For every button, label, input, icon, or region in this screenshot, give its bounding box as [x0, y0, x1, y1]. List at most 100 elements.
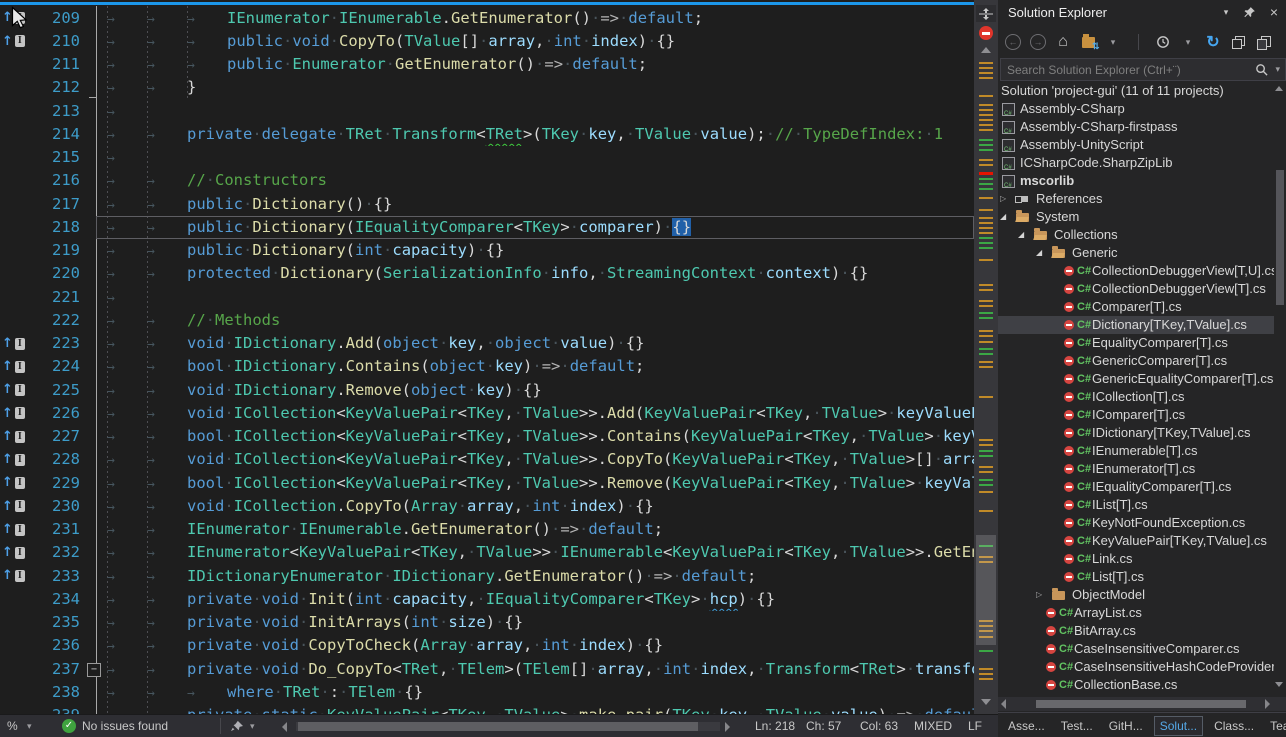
code-editor[interactable]: ↑I209→→→IEnumerator·IEnumerable.GetEnume…	[0, 0, 998, 714]
expand-arrow-icon[interactable]: ▷	[1000, 190, 1006, 208]
code-line[interactable]: 235→→private·void·InitArrays(int·size)·{…	[0, 611, 974, 634]
code-line[interactable]: ↑I209→→→IEnumerator·IEnumerable.GetEnume…	[0, 7, 974, 30]
implements-interface-icon[interactable]: ↑I	[2, 472, 25, 495]
tree-item-ienumerator-t-cs[interactable]: C#IEnumerator[T].cs	[998, 460, 1274, 478]
code-line[interactable]: ↑I226→→void·ICollection<KeyValuePair<TKe…	[0, 402, 974, 425]
zoom-level[interactable]: %	[7, 719, 18, 733]
code-line[interactable]: ↑I224→→bool·IDictionary.Contains(object·…	[0, 355, 974, 378]
back-icon[interactable]: ←	[1004, 33, 1022, 51]
tree-item-caseinsensitivehashcodeprovider-cs[interactable]: C#CaseInsensitiveHashCodeProvider.cs	[998, 658, 1274, 676]
brush-caret-icon[interactable]: ▾	[250, 721, 255, 732]
implements-interface-icon[interactable]: ↑I	[2, 425, 25, 448]
code-line[interactable]: 217→→public·Dictionary()·{}	[0, 193, 974, 216]
forward-icon[interactable]: →	[1029, 33, 1047, 51]
fold-collapse-icon[interactable]: −	[87, 663, 101, 677]
implements-interface-icon[interactable]: ↑I	[2, 379, 25, 402]
tree-item-comparer-t-cs[interactable]: C#Comparer[T].cs	[998, 298, 1274, 316]
implements-interface-icon[interactable]: ↑I	[2, 355, 25, 378]
tree-item-keynotfoundexception-cs[interactable]: C#KeyNotFoundException.cs	[998, 514, 1274, 532]
scroll-left-arrow-icon[interactable]	[282, 722, 287, 732]
collapse-all-icon[interactable]	[1229, 33, 1247, 51]
code-line[interactable]: ↑I227→→bool·ICollection<KeyValuePair<TKe…	[0, 425, 974, 448]
home-icon[interactable]: ⌂	[1054, 33, 1072, 51]
panel-tab-tea[interactable]: Tea...	[1265, 717, 1286, 735]
code-line[interactable]: 221→	[0, 286, 974, 309]
tree-item-assembly-csharp-firstpass[interactable]: Assembly-CSharp-firstpass	[998, 118, 1274, 136]
implements-interface-icon[interactable]: ↑I	[2, 518, 25, 541]
panel-tab-solut[interactable]: Solut...	[1154, 716, 1203, 736]
panel-tab-class[interactable]: Class...	[1209, 717, 1259, 735]
implements-interface-icon[interactable]: ↑I	[2, 541, 25, 564]
horizontal-scrollbar-thumb[interactable]	[298, 722, 698, 731]
tree-item-collections[interactable]: ◢Collections	[998, 226, 1274, 244]
code-line[interactable]: ↑I233→→IDictionaryEnumerator·IDictionary…	[0, 565, 974, 588]
scroll-right-arrow-icon[interactable]	[725, 722, 730, 732]
tree-horizontal-scrollbar-thumb[interactable]	[1036, 700, 1246, 708]
code-line[interactable]: 215→	[0, 146, 974, 169]
show-all-files-icon[interactable]	[1254, 33, 1272, 51]
tree-item-collectiondebuggerview-t-u-cs[interactable]: C#CollectionDebuggerView[T,U].cs	[998, 262, 1274, 280]
expand-arrow-icon[interactable]: ▷	[1036, 586, 1042, 604]
tree-item-keyvaluepair-tkey-tvalue-cs[interactable]: C#KeyValuePair[TKey,TValue].cs	[998, 532, 1274, 550]
code-line[interactable]: ↑I231→→IEnumerator·IEnumerable.GetEnumer…	[0, 518, 974, 541]
split-editor-handle-icon[interactable]	[976, 5, 996, 22]
panel-tab-gith[interactable]: GitH...	[1104, 717, 1148, 735]
code-line[interactable]: 219→→public·Dictionary(int·capacity)·{}	[0, 239, 974, 262]
tree-item-ilist-t-cs[interactable]: C#IList[T].cs	[998, 496, 1274, 514]
tree-scroll-right-icon[interactable]	[1265, 699, 1270, 709]
implements-interface-icon[interactable]: ↑I	[2, 565, 25, 588]
tree-item-bitarray-cs[interactable]: C#BitArray.cs	[998, 622, 1274, 640]
caret-icon[interactable]: ▾	[1104, 33, 1122, 51]
tree-item-equalitycomparer-t-cs[interactable]: C#EqualityComparer[T].cs	[998, 334, 1274, 352]
pin-icon[interactable]	[1242, 4, 1258, 20]
tree-item-link-cs[interactable]: C#Link.cs	[998, 550, 1274, 568]
tree-item-icollection-t-cs[interactable]: C#ICollection[T].cs	[998, 388, 1274, 406]
editor-vertical-scrollbar[interactable]	[974, 0, 998, 714]
collapse-arrow-icon[interactable]: ◢	[1036, 244, 1042, 262]
implements-interface-icon[interactable]: ↑I	[2, 448, 25, 471]
zoom-caret-icon[interactable]: ▾	[27, 721, 32, 732]
search-icon[interactable]	[1252, 61, 1270, 79]
code-line[interactable]: ↑I223→→void·IDictionary.Add(object·key,·…	[0, 332, 974, 355]
code-line[interactable]: 239→→private·static·KeyValuePair<TKey,·T…	[0, 704, 974, 714]
search-input[interactable]	[1001, 63, 1252, 77]
code-line[interactable]: 218→→public·Dictionary(IEqualityComparer…	[0, 216, 974, 239]
code-line[interactable]: 213→	[0, 100, 974, 123]
collapse-arrow-icon[interactable]: ◢	[1018, 226, 1024, 244]
tree-item-mscorlib[interactable]: mscorlib	[998, 172, 1274, 190]
tree-scroll-up-icon[interactable]	[1275, 86, 1283, 91]
tree-item-list-t-cs[interactable]: C#List[T].cs	[998, 568, 1274, 586]
tree-item-iequalitycomparer-t-cs[interactable]: C#IEqualityComparer[T].cs	[998, 478, 1274, 496]
code-line[interactable]: 236→→private·void·CopyToCheck(Array·arra…	[0, 634, 974, 657]
code-line[interactable]: 211→→→public·Enumerator·GetEnumerator()·…	[0, 53, 974, 76]
code-line[interactable]: 222→→//·Methods	[0, 309, 974, 332]
tree-item-ienumerable-t-cs[interactable]: C#IEnumerable[T].cs	[998, 442, 1274, 460]
panel-tab-asse[interactable]: Asse...	[1003, 717, 1050, 735]
clock-icon[interactable]	[1154, 33, 1172, 51]
refresh-icon[interactable]: ↻	[1204, 33, 1222, 51]
caret-icon[interactable]: ▾	[1179, 33, 1197, 51]
implements-interface-icon[interactable]: ↑I	[2, 332, 25, 355]
document-health-error-icon[interactable]	[979, 26, 993, 40]
tree-item-assembly-csharp[interactable]: Assembly-CSharp	[998, 100, 1274, 118]
scrollbar-thumb[interactable]	[976, 535, 996, 645]
code-line[interactable]: ↑I229→→bool·ICollection<KeyValuePair<TKe…	[0, 472, 974, 495]
code-line[interactable]: ↑I228→→void·ICollection<KeyValuePair<TKe…	[0, 448, 974, 471]
implements-interface-icon[interactable]: ↑I	[2, 402, 25, 425]
tree-item-genericequalitycomparer-t-cs[interactable]: C#GenericEqualityComparer[T].cs	[998, 370, 1274, 388]
brush-icon[interactable]	[230, 720, 244, 735]
implements-interface-icon[interactable]: ↑I	[2, 495, 25, 518]
tree-item-generic[interactable]: ◢Generic	[998, 244, 1274, 262]
code-line[interactable]: 237−→→private·void·Do_CopyTo<TRet,·TElem…	[0, 658, 974, 681]
search-box[interactable]: ▾	[1000, 58, 1286, 81]
tree-item-collectionbase-cs[interactable]: C#CollectionBase.cs	[998, 676, 1274, 694]
tree-item-icsharpcode-sharpziplib[interactable]: ICSharpCode.SharpZipLib	[998, 154, 1274, 172]
code-line[interactable]: 212→→}	[0, 76, 974, 99]
collapse-arrow-icon[interactable]: ◢	[1000, 208, 1006, 226]
tree-item-system[interactable]: ◢System	[998, 208, 1274, 226]
tree-item-caseinsensitivecomparer-cs[interactable]: C#CaseInsensitiveComparer.cs	[998, 640, 1274, 658]
tree-scroll-down-icon[interactable]	[1275, 682, 1283, 687]
tree-vertical-scrollbar-thumb[interactable]	[1276, 170, 1284, 305]
implements-interface-icon[interactable]: ↑I	[2, 30, 25, 53]
panel-tab-test[interactable]: Test...	[1056, 717, 1098, 735]
